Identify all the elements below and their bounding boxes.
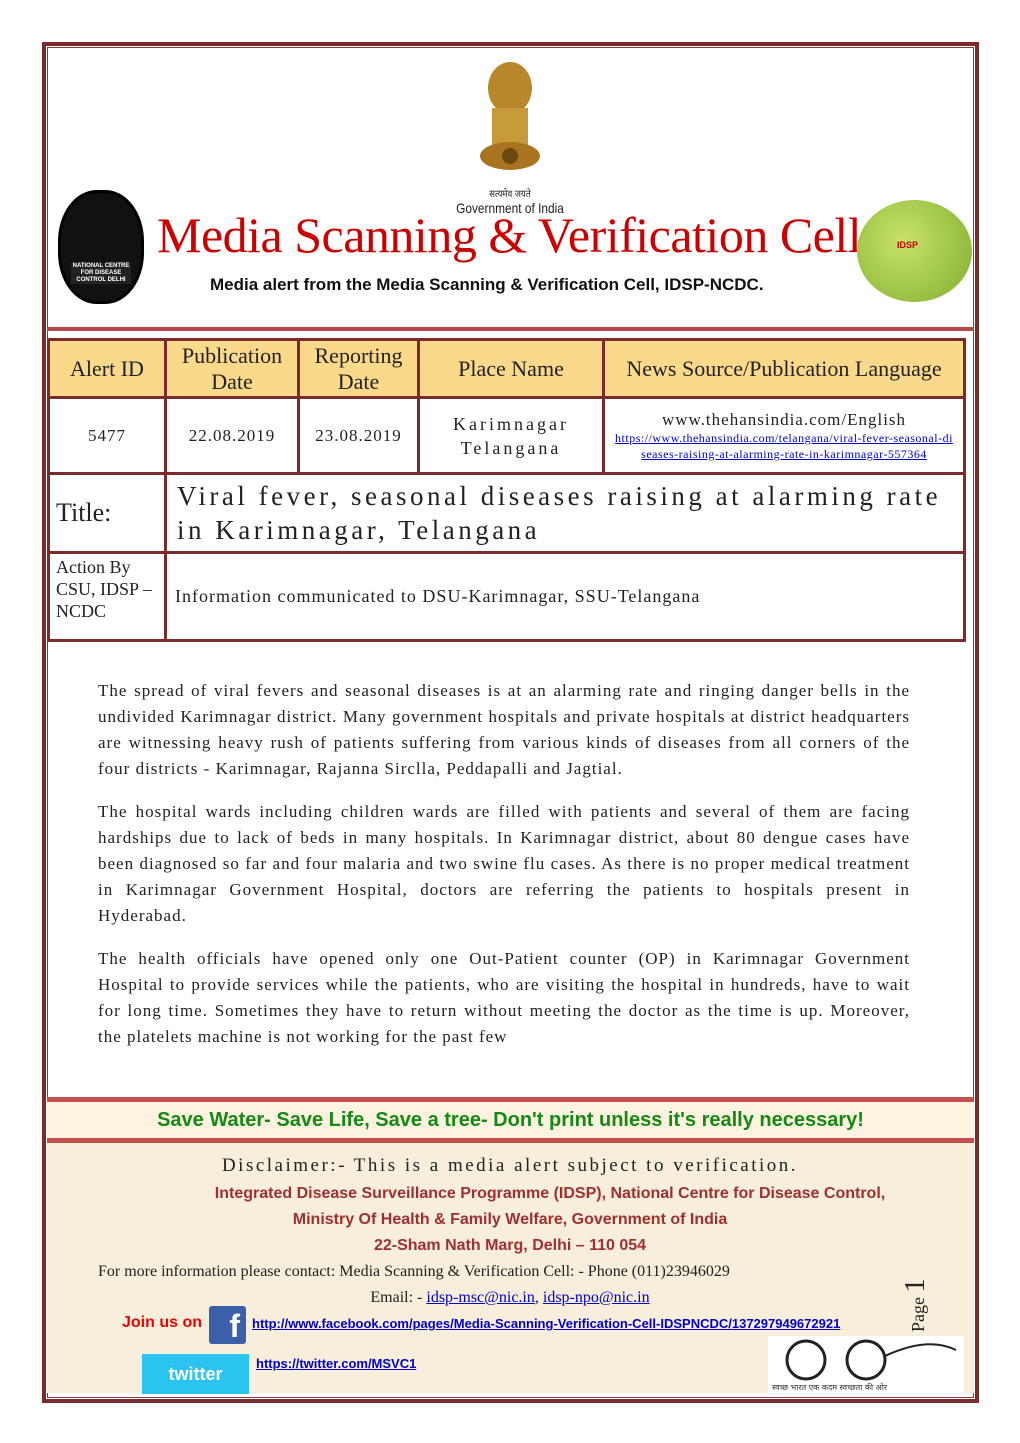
swachh-bharat-text: स्वच्छ भारत एक कदम स्वच्छता की ओर: [772, 1383, 888, 1392]
title-label: Title:: [47, 472, 167, 554]
address: 22-Sham Nath Marg, Delhi – 110 054: [373, 1237, 647, 1254]
twitter-link[interactable]: https://twitter.com/MSVC1: [256, 1356, 416, 1371]
header-news-source: News Source/Publication Language: [602, 338, 966, 399]
alert-title: Viral fever, seasonal diseases raising a…: [164, 472, 966, 554]
disclaimer: Disclaimer:- This is a media alert subje…: [221, 1155, 799, 1176]
ncdc-logo: NATIONAL CENTRE FOR DISEASE CONTROL DELH…: [58, 190, 144, 304]
news-source: www.thehansindia.com/English https://www.…: [602, 396, 966, 475]
action-label: Action By CSU, IDSP –NCDC: [47, 551, 167, 642]
idsp-logo-text: IDSP: [897, 240, 919, 250]
idsp-globe-logo: IDSP: [857, 200, 972, 302]
article-body: The spread of viral fevers and seasonal …: [98, 678, 910, 1067]
alert-id: 5477: [47, 396, 167, 475]
paragraph: The spread of viral fevers and seasonal …: [98, 681, 910, 778]
alert-table: Alert ID Publication Date Reporting Date…: [47, 338, 966, 642]
org-line-1: Integrated Disease Surveillance Programm…: [214, 1185, 886, 1202]
action-text: Information communicated to DSU-Karimnag…: [164, 551, 966, 642]
email-link-npo[interactable]: idsp-npo@nic.in: [543, 1289, 650, 1306]
paragraph: The health officials have opened only on…: [98, 949, 910, 1046]
header-reporting-date: Reporting Date: [297, 338, 420, 399]
page-number: Page 1: [900, 1278, 931, 1333]
place-name: Karimnagar Telangana: [417, 396, 605, 475]
paragraph: The hospital wards including children wa…: [98, 802, 910, 925]
reporting-date: 23.08.2019: [297, 396, 420, 475]
national-emblem-logo: [480, 62, 540, 170]
ncdc-logo-text: NATIONAL CENTRE FOR DISEASE CONTROL DELH…: [71, 263, 131, 284]
source-link[interactable]: https://www.thehansindia.com/telangana/v…: [615, 430, 953, 462]
join-us-label: Join us on: [122, 1314, 202, 1331]
facebook-link[interactable]: http://www.facebook.com/pages/Media-Scan…: [252, 1316, 840, 1331]
save-water-banner: Save Water- Save Life, Save a tree- Don'…: [47, 1097, 974, 1143]
org-line-2: Ministry Of Health & Family Welfare, Gov…: [292, 1211, 728, 1228]
header-place-name: Place Name: [417, 338, 605, 399]
swachh-bharat-logo: स्वच्छ भारत एक कदम स्वच्छता की ओर: [768, 1336, 964, 1394]
facebook-icon[interactable]: f: [209, 1306, 246, 1344]
page-subtitle: Media alert from the Media Scanning & Ve…: [210, 275, 764, 294]
contact-info: For more information please contact: Med…: [98, 1263, 730, 1280]
page-title: Media Scanning & Verification Cell: [157, 207, 862, 263]
publication-date: 22.08.2019: [164, 396, 300, 475]
email-link-msc[interactable]: idsp-msc@nic.in: [426, 1289, 535, 1306]
divider: [47, 327, 974, 331]
header-publication-date: Publication Date: [164, 338, 300, 399]
email-line: Email: - idsp-msc@nic.in, idsp-npo@nic.i…: [370, 1289, 650, 1306]
header-alert-id: Alert ID: [47, 338, 167, 399]
twitter-icon[interactable]: twitter: [142, 1354, 249, 1394]
